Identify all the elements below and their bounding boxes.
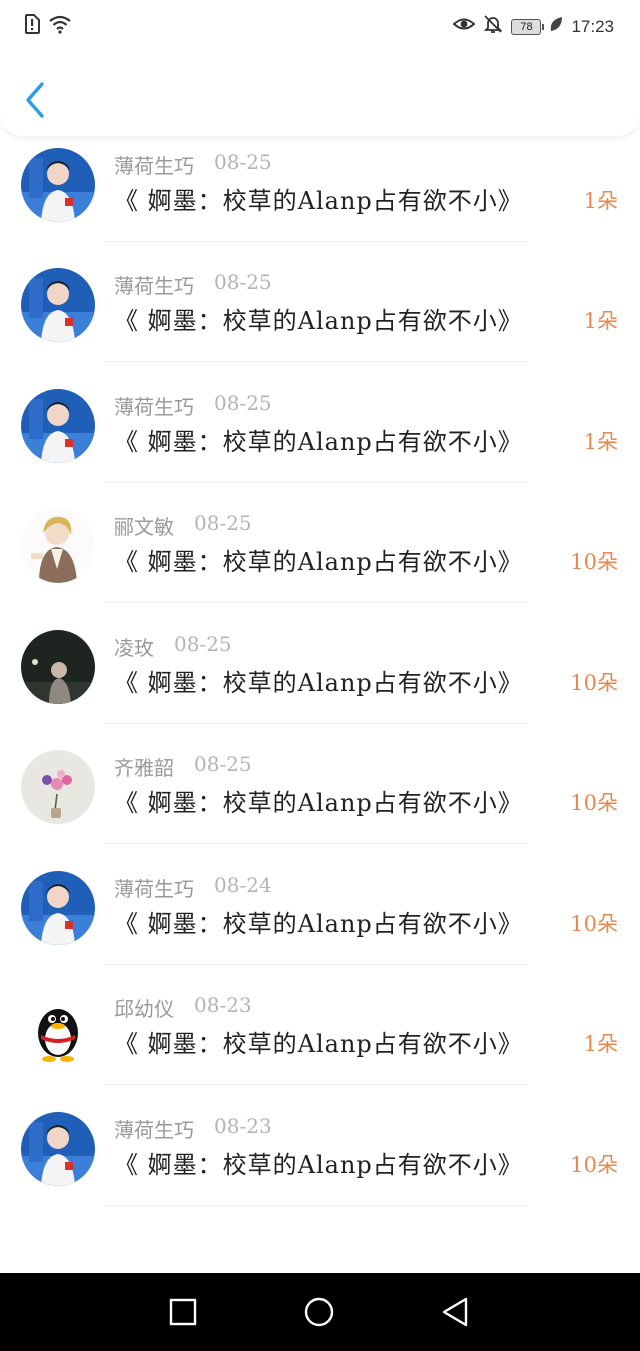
- sender-name: 凌玫: [114, 635, 154, 660]
- row-divider: [104, 963, 528, 965]
- leaf-icon: [549, 16, 563, 37]
- avatar[interactable]: [21, 870, 95, 945]
- back-button[interactable]: [18, 76, 54, 120]
- battery-icon: 78: [511, 18, 545, 35]
- row-divider: [104, 722, 528, 724]
- item-meta: 薄荷生巧 08-25: [114, 391, 272, 420]
- avatar[interactable]: [21, 991, 95, 1065]
- item-date: 08-25: [214, 390, 272, 415]
- item-meta: 薄荷生巧 08-25: [114, 150, 272, 179]
- sender-name: 郦文敏: [114, 515, 174, 539]
- header: [0, 52, 640, 136]
- item-date: 08-23: [214, 1113, 272, 1138]
- item-date: 08-25: [194, 752, 252, 776]
- gift-count: 1朵: [583, 429, 618, 454]
- item-meta: 凌玫 08-25: [114, 632, 232, 661]
- gift-count: 10朵: [570, 791, 618, 815]
- row-divider: [104, 361, 528, 362]
- sender-name: 薄荷生巧: [114, 274, 194, 298]
- item-meta: 邱幼仪 08-23: [114, 993, 252, 1022]
- book-title: 《 婀墨：校草的Alanp占有欲不小》: [114, 1030, 523, 1058]
- sender-name: 邱幼仪: [114, 997, 174, 1021]
- row-divider: [104, 602, 528, 603]
- row-divider: [104, 481, 528, 483]
- gift-record-list: 《 婀墨：校草的Alanp占有欲不小》1朵薄荷生巧08-25《 婀墨：校草的Al…: [0, 27, 640, 1291]
- avatar[interactable]: [21, 147, 95, 222]
- avatar[interactable]: [21, 629, 95, 704]
- avatar[interactable]: [21, 268, 95, 342]
- recent-apps-icon: [169, 1298, 197, 1326]
- chevron-left-icon: [26, 82, 44, 118]
- item-date: 08-25: [214, 149, 272, 174]
- row-divider: [104, 240, 528, 242]
- book-title: 《 婀墨：校草的Alanp占有欲不小》: [114, 186, 523, 215]
- book-title: 《 婀墨：校草的Alanp占有欲不小》: [114, 548, 523, 576]
- item-date: 08-23: [194, 993, 252, 1017]
- sender-name: 薄荷生巧: [114, 876, 194, 901]
- item-meta: 齐雅韶 08-25: [114, 752, 252, 781]
- item-meta: 薄荷生巧 08-25: [114, 270, 272, 299]
- status-time: 17:23: [571, 16, 614, 36]
- home-icon: [304, 1297, 334, 1327]
- back-triangle-icon: [442, 1297, 468, 1327]
- book-title: 《 婀墨：校草的Alanp占有欲不小》: [114, 307, 523, 335]
- recent-apps-button[interactable]: [166, 1295, 200, 1329]
- sim-alert-icon: [24, 14, 40, 38]
- back-nav-button[interactable]: [438, 1295, 472, 1329]
- gift-count: 1朵: [583, 188, 618, 213]
- system-navigation-bar: [0, 1273, 640, 1351]
- avatar[interactable]: [21, 388, 95, 463]
- item-meta: 薄荷生巧 08-24: [114, 873, 272, 902]
- book-title: 《 婀墨：校草的Alanp占有欲不小》: [114, 427, 523, 456]
- item-date: 08-24: [214, 872, 272, 897]
- eye-icon: [452, 15, 476, 38]
- gift-count: 10朵: [570, 1152, 618, 1177]
- sender-name: 薄荷生巧: [114, 153, 194, 178]
- row-divider: [104, 843, 528, 844]
- avatar[interactable]: [21, 750, 95, 824]
- sender-name: 薄荷生巧: [114, 394, 194, 419]
- item-date: 08-25: [174, 631, 232, 656]
- book-title: 《 婀墨：校草的Alanp占有欲不小》: [114, 1150, 523, 1179]
- sender-name: 齐雅韶: [114, 756, 174, 780]
- item-date: 08-25: [214, 270, 272, 294]
- gift-count: 1朵: [583, 309, 618, 333]
- row-divider: [104, 1204, 528, 1206]
- gift-count: 10朵: [570, 550, 618, 574]
- book-title: 《 婀墨：校草的Alanp占有欲不小》: [114, 909, 523, 938]
- avatar[interactable]: [21, 509, 95, 583]
- item-meta: 薄荷生巧 08-23: [114, 1114, 272, 1143]
- wifi-icon: [48, 14, 72, 38]
- book-title: 《 婀墨：校草的Alanp占有欲不小》: [114, 668, 523, 697]
- home-button[interactable]: [302, 1295, 336, 1329]
- gift-count: 10朵: [570, 670, 618, 695]
- gift-count: 1朵: [583, 1032, 618, 1056]
- gift-count: 10朵: [570, 911, 618, 936]
- item-date: 08-25: [194, 511, 252, 535]
- sender-name: 薄荷生巧: [114, 1117, 194, 1142]
- book-title: 《 婀墨：校草的Alanp占有欲不小》: [114, 789, 523, 817]
- item-meta: 郦文敏 08-25: [114, 511, 252, 540]
- status-bar: 78 17:23: [0, 0, 640, 52]
- avatar[interactable]: [21, 1111, 95, 1186]
- row-divider: [104, 1084, 528, 1085]
- bell-off-icon: [483, 14, 503, 39]
